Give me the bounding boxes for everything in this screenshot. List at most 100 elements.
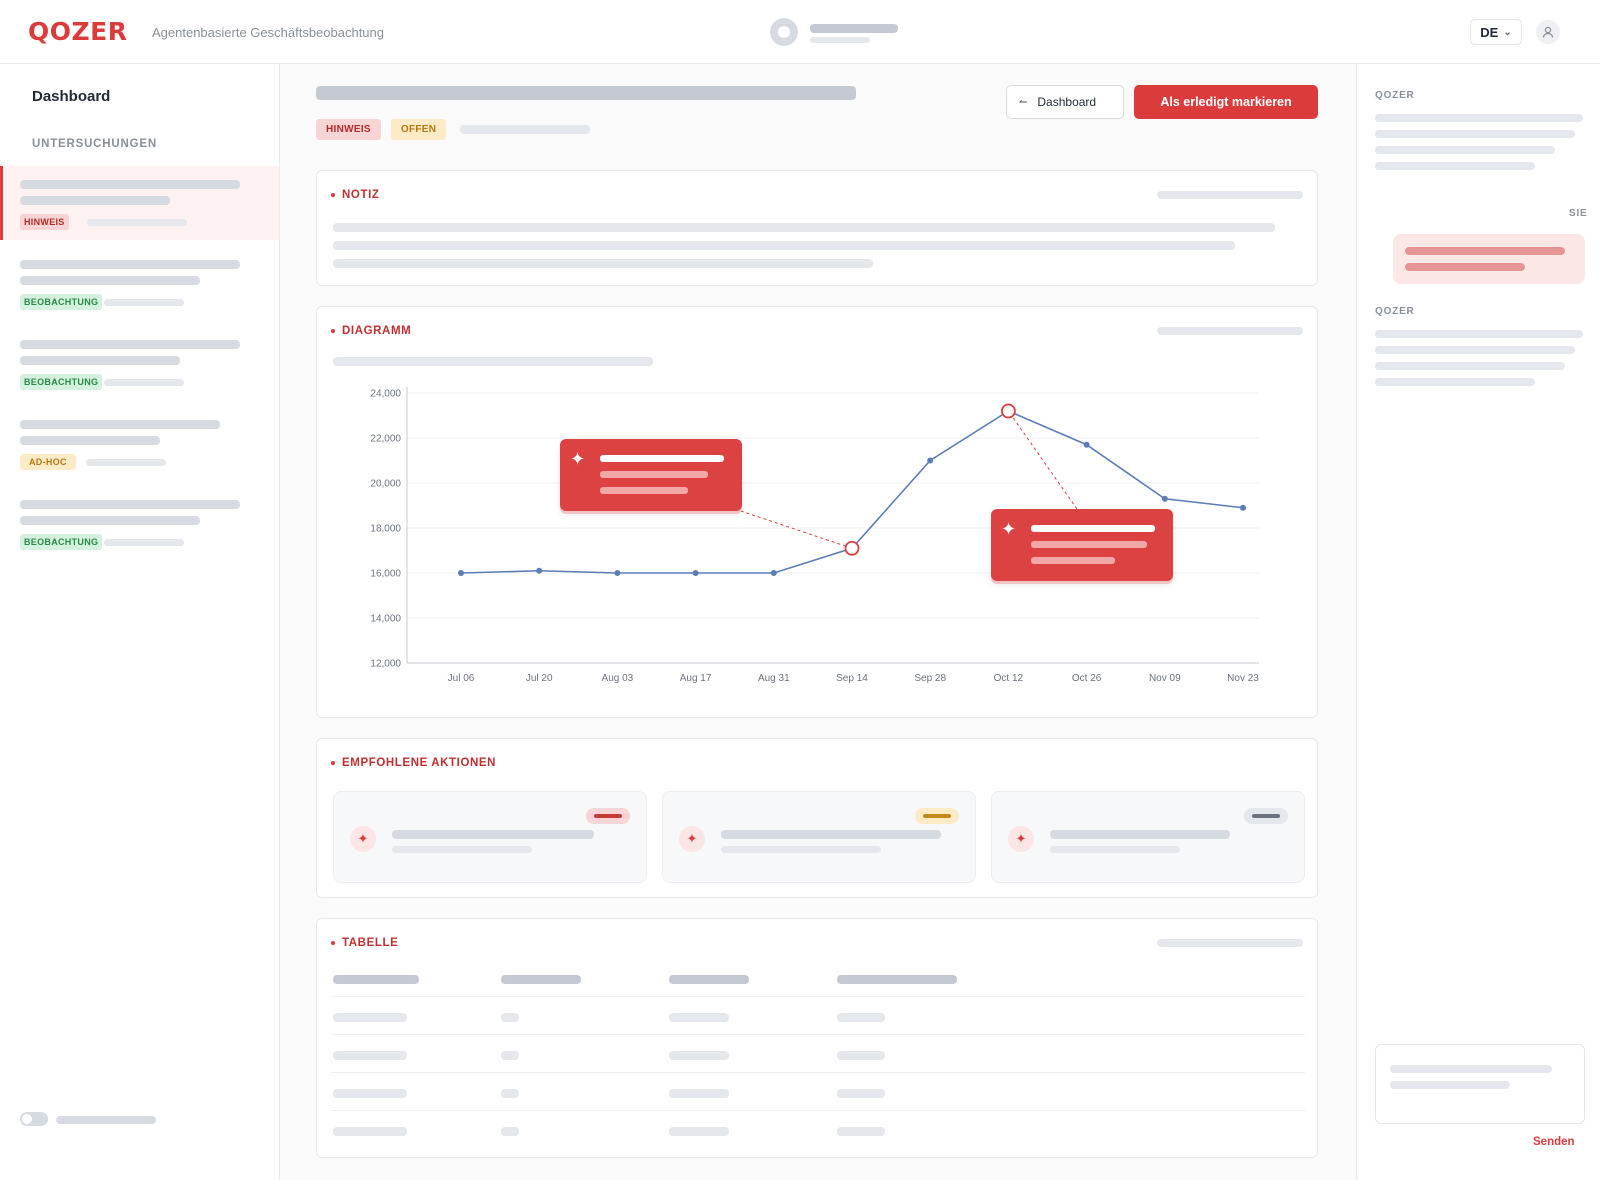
action-card[interactable]: ✦ — [333, 791, 647, 883]
table-row[interactable] — [331, 1073, 1305, 1111]
workspace-avatar[interactable] — [770, 18, 798, 46]
x-tick-label: Sep 14 — [836, 673, 868, 684]
callout-connector — [734, 508, 853, 549]
actions-title-text: EMPFOHLENE AKTIONEN — [342, 757, 497, 769]
card-meta-placeholder — [1157, 939, 1303, 947]
message-line — [1375, 378, 1535, 386]
x-tick-label: Nov 23 — [1227, 673, 1259, 684]
bullet-icon — [331, 193, 335, 197]
cell-placeholder — [837, 1051, 885, 1060]
message-line — [1375, 362, 1565, 370]
page-badges: HINWEIS OFFEN — [316, 119, 591, 140]
anomaly-point — [844, 540, 860, 556]
user-icon[interactable] — [1536, 20, 1560, 44]
item-title-placeholder — [20, 180, 240, 189]
data-point — [614, 570, 621, 576]
message-line — [1375, 330, 1583, 338]
note-line — [333, 223, 1275, 232]
ai-insight-callout[interactable]: ✦ — [560, 439, 742, 511]
toggle-label-placeholder — [56, 1116, 156, 1124]
chat-input[interactable] — [1375, 1044, 1585, 1124]
y-tick-label: 20,000 — [370, 479, 401, 490]
column-header[interactable] — [669, 975, 749, 984]
cell-placeholder — [501, 1127, 519, 1136]
cell-placeholder — [669, 1051, 729, 1060]
callout-line — [600, 471, 708, 478]
cell-placeholder — [669, 1089, 729, 1098]
column-header[interactable] — [837, 975, 957, 984]
action-title-placeholder — [392, 830, 594, 839]
y-tick-label: 22,000 — [370, 434, 401, 445]
status-badge: BEOBACHTUNG — [20, 534, 103, 550]
assistant-panel: QOZER SIE QOZER Senden — [1356, 64, 1600, 1180]
x-tick-label: Aug 03 — [602, 673, 634, 684]
bullet-icon — [331, 941, 335, 945]
item-title-placeholder — [20, 260, 240, 269]
sidebar-title[interactable]: Dashboard — [32, 88, 110, 105]
table-row[interactable] — [331, 1111, 1305, 1149]
card-meta-placeholder — [1157, 191, 1303, 199]
dashboard-button[interactable]: ↼ Dashboard — [1006, 85, 1124, 119]
cell-placeholder — [837, 1089, 885, 1098]
investigation-item[interactable]: AD-HOC — [0, 406, 279, 480]
priority-pill — [915, 808, 959, 824]
data-point — [536, 567, 543, 574]
action-card[interactable]: ✦ — [662, 791, 976, 883]
callout-line — [600, 455, 724, 462]
action-title-placeholder — [1050, 830, 1230, 839]
tagline: Agentenbasierte Geschäftsbeobachtung — [152, 25, 385, 40]
y-tick-label: 12,000 — [370, 659, 401, 670]
cell-placeholder — [501, 1089, 519, 1098]
recommended-actions-card: EMPFOHLENE AKTIONEN ✦ ✦ ✦ — [316, 738, 1318, 898]
logo[interactable]: QOZER — [28, 17, 127, 46]
data-point — [692, 570, 699, 576]
status-badge: OFFEN — [390, 119, 447, 140]
status-badge: BEOBACHTUNG — [20, 374, 103, 390]
item-title-placeholder — [20, 500, 240, 509]
sidebar-section-label: UNTERSUCHUNGEN — [32, 138, 157, 150]
investigation-item[interactable]: BEOBACHTUNG — [0, 246, 279, 320]
table-header-row — [331, 959, 1305, 997]
investigation-item[interactable]: BEOBACHTUNG — [0, 326, 279, 400]
item-meta-placeholder — [104, 299, 184, 306]
investigation-item[interactable]: HINWEIS — [0, 166, 279, 240]
callout-line — [600, 487, 688, 494]
cell-placeholder — [669, 1013, 729, 1022]
x-tick-label: Aug 31 — [758, 673, 790, 684]
note-line — [333, 259, 873, 268]
input-text-placeholder — [1390, 1065, 1552, 1073]
anomaly-point — [1001, 403, 1016, 419]
actions-card-title: EMPFOHLENE AKTIONEN — [331, 757, 496, 769]
type-badge: HINWEIS — [316, 119, 381, 140]
column-header[interactable] — [501, 975, 581, 984]
y-tick-label: 18,000 — [370, 524, 401, 535]
message-line — [1375, 346, 1575, 354]
y-tick-label: 24,000 — [370, 389, 401, 400]
theme-toggle[interactable] — [20, 1112, 48, 1126]
action-sub-placeholder — [1050, 846, 1180, 853]
table-card: TABELLE — [316, 918, 1318, 1158]
ai-insight-callout[interactable]: ✦ — [991, 509, 1173, 581]
item-subtitle-placeholder — [20, 196, 170, 205]
send-button[interactable]: Senden — [1533, 1136, 1575, 1148]
column-header[interactable] — [333, 975, 419, 984]
callout-line — [1031, 557, 1115, 564]
table-row[interactable] — [331, 1035, 1305, 1073]
table-row[interactable] — [331, 997, 1305, 1035]
status-badge: HINWEIS — [20, 214, 69, 230]
mark-done-button[interactable]: Als erledigt markieren — [1134, 85, 1318, 119]
x-tick-label: Nov 09 — [1149, 673, 1181, 684]
item-title-placeholder — [20, 340, 240, 349]
language-select[interactable]: DE ⌄ — [1470, 19, 1522, 45]
bullet-icon — [331, 761, 335, 765]
language-value: DE — [1480, 24, 1499, 40]
input-text-placeholder — [1390, 1081, 1510, 1089]
message-line — [1405, 247, 1565, 255]
cell-placeholder — [501, 1013, 519, 1022]
item-subtitle-placeholder — [20, 276, 200, 285]
back-arrow-icon: ↼ — [1019, 96, 1028, 108]
investigation-item[interactable]: BEOBACHTUNG — [0, 486, 279, 560]
action-card[interactable]: ✦ — [991, 791, 1305, 883]
action-sub-placeholder — [392, 846, 532, 853]
action-title-placeholder — [721, 830, 941, 839]
